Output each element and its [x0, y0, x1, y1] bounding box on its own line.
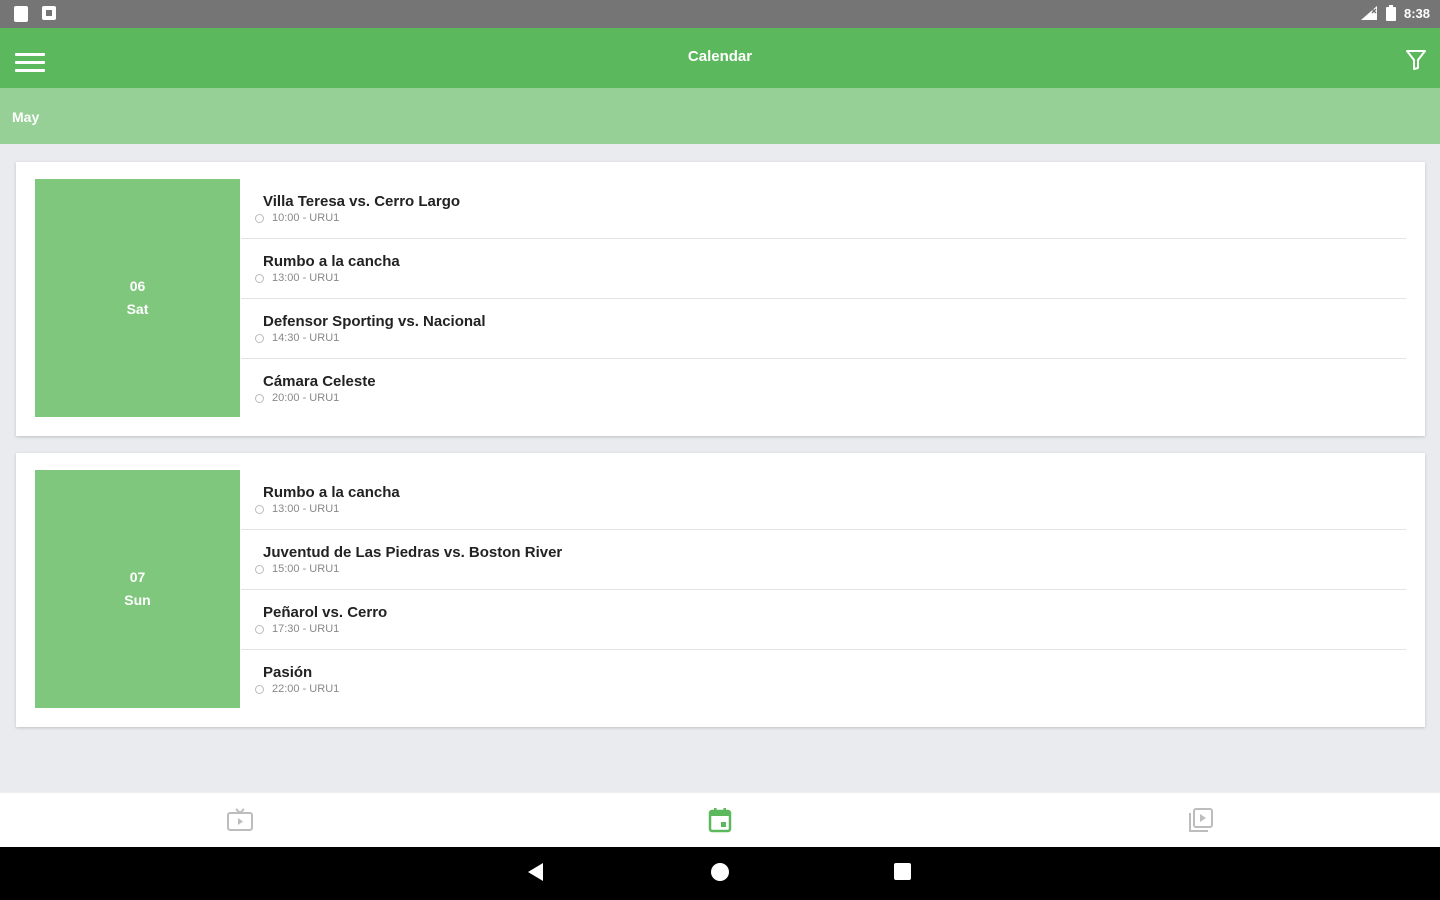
clock-icon	[255, 333, 264, 343]
event-title: Rumbo a la cancha	[263, 484, 400, 501]
status-bar: 8:38	[0, 0, 1440, 28]
event-meta: 13:00 - URU1	[272, 272, 340, 284]
day-name: Sun	[124, 592, 151, 608]
back-icon[interactable]	[528, 863, 543, 881]
event-item[interactable]: Pasión 22:00 - URU1	[241, 650, 1406, 710]
event-meta: 17:30 - URU1	[272, 623, 340, 635]
event-meta: 10:00 - URU1	[272, 212, 340, 224]
day-name: Sat	[126, 301, 149, 317]
status-time: 8:38	[1403, 5, 1430, 21]
recent-apps-icon[interactable]	[894, 863, 911, 880]
day-number: 06	[129, 278, 146, 294]
clock-icon	[255, 213, 264, 223]
event-list: Villa Teresa vs. Cerro Largo 10:00 - URU…	[241, 179, 1406, 419]
battery-icon	[1385, 5, 1396, 21]
app-bar: Calendar	[0, 28, 1440, 88]
day-card: 07 Sun Rumbo a la cancha 13:00 - URU1 Ju…	[16, 453, 1425, 727]
event-item[interactable]: Villa Teresa vs. Cerro Largo 10:00 - URU…	[241, 179, 1406, 239]
library-icon[interactable]	[1183, 805, 1217, 835]
signal-icon	[1360, 6, 1377, 20]
event-meta: 20:00 - URU1	[272, 392, 340, 404]
calendar-icon[interactable]	[703, 805, 737, 835]
event-meta: 15:00 - URU1	[272, 563, 340, 575]
event-list: Rumbo a la cancha 13:00 - URU1 Juventud …	[241, 470, 1406, 710]
month-header: May	[0, 88, 1440, 144]
event-item[interactable]: Rumbo a la cancha 13:00 - URU1	[241, 239, 1406, 299]
day-badge: 06 Sat	[35, 179, 240, 417]
event-item[interactable]: Peñarol vs. Cerro 17:30 - URU1	[241, 590, 1406, 650]
notification-icon	[42, 6, 56, 20]
clock-icon	[255, 504, 264, 514]
home-icon[interactable]	[711, 863, 729, 881]
clock-icon	[255, 273, 264, 283]
live-tv-icon[interactable]	[223, 805, 257, 835]
event-title: Pasión	[263, 664, 313, 681]
clock-icon	[255, 393, 264, 403]
bottom-nav	[0, 792, 1440, 847]
event-item[interactable]: Rumbo a la cancha 13:00 - URU1	[241, 470, 1406, 530]
clock-icon	[255, 684, 264, 694]
event-title: Peñarol vs. Cerro	[263, 604, 388, 621]
filter-icon[interactable]	[1404, 48, 1428, 72]
event-item[interactable]: Defensor Sporting vs. Nacional 14:30 - U…	[241, 299, 1406, 359]
month-label: May	[12, 109, 40, 125]
day-card: 06 Sat Villa Teresa vs. Cerro Largo 10:0…	[16, 162, 1425, 436]
day-number: 07	[129, 569, 146, 585]
event-title: Cámara Celeste	[263, 373, 376, 390]
clock-icon	[255, 564, 264, 574]
event-title: Defensor Sporting vs. Nacional	[263, 313, 486, 330]
event-meta: 14:30 - URU1	[272, 332, 340, 344]
event-title: Villa Teresa vs. Cerro Largo	[263, 193, 461, 210]
event-title: Rumbo a la cancha	[263, 253, 400, 270]
clock-icon	[255, 624, 264, 634]
page-title: Calendar	[687, 48, 753, 65]
event-meta: 13:00 - URU1	[272, 503, 340, 515]
event-item[interactable]: Cámara Celeste 20:00 - URU1	[241, 359, 1406, 419]
event-item[interactable]: Juventud de Las Piedras vs. Boston River…	[241, 530, 1406, 590]
event-title: Juventud de Las Piedras vs. Boston River	[263, 544, 563, 561]
system-nav-bar	[0, 847, 1440, 900]
event-meta: 22:00 - URU1	[272, 683, 340, 695]
day-badge: 07 Sun	[35, 470, 240, 708]
sd-card-icon	[14, 6, 28, 22]
